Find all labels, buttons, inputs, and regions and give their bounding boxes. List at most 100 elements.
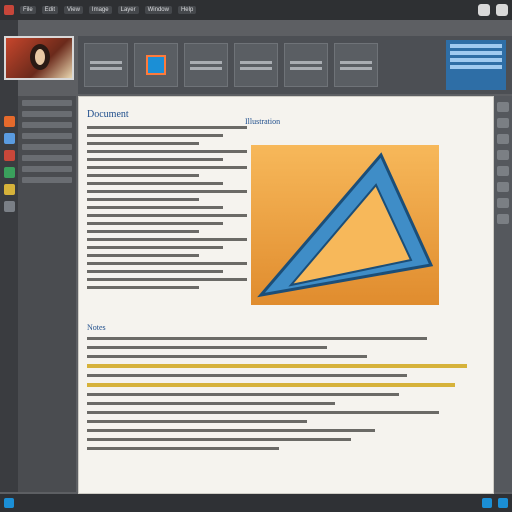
text-line: [87, 166, 247, 169]
menu-file[interactable]: File: [20, 6, 36, 14]
tool-select[interactable]: [134, 43, 178, 87]
tool-line: [90, 66, 122, 70]
tool-eraser[interactable]: [284, 43, 328, 87]
left-sidebar: [18, 96, 76, 492]
text-line: [87, 262, 247, 265]
tool-text[interactable]: [334, 43, 378, 87]
scroll-item[interactable]: [497, 198, 509, 208]
scroll-item[interactable]: [497, 118, 509, 128]
text-line: [87, 222, 223, 225]
text-line: [87, 230, 199, 233]
menu-edit[interactable]: Edit: [41, 6, 59, 14]
tool-line: [240, 60, 272, 64]
text-line: [87, 402, 335, 405]
scroll-item[interactable]: [497, 182, 509, 192]
scroll-item[interactable]: [497, 166, 509, 176]
chart-icon[interactable]: [3, 167, 15, 178]
text-line: [87, 206, 223, 209]
figure-title: Illustration: [245, 117, 281, 126]
text-line: [87, 278, 247, 281]
settings-icon[interactable]: [478, 4, 490, 16]
highlighted-line: [87, 364, 467, 368]
text-line: [87, 198, 199, 201]
app-icon[interactable]: [3, 116, 15, 127]
scroll-item[interactable]: [497, 150, 509, 160]
tool-line: [240, 66, 272, 70]
figure-image: [251, 145, 439, 305]
text-line: [87, 158, 223, 161]
text-line: [87, 246, 223, 249]
text-line: [87, 190, 247, 193]
tool-crop[interactable]: [184, 43, 228, 87]
text-line: [87, 142, 199, 145]
sidebar-item[interactable]: [22, 155, 72, 161]
close-icon[interactable]: [4, 5, 14, 15]
menu-view[interactable]: View: [64, 6, 83, 14]
tool-move[interactable]: [84, 43, 128, 87]
scroll-item[interactable]: [497, 134, 509, 144]
note-icon[interactable]: [3, 184, 15, 195]
tool-line: [290, 66, 322, 70]
start-icon[interactable]: [4, 498, 14, 508]
sidebar-item[interactable]: [22, 111, 72, 117]
scroll-item[interactable]: [497, 102, 509, 112]
panel-line: [450, 51, 502, 55]
tool-line: [340, 60, 372, 64]
panel-line: [450, 65, 502, 69]
properties-panel[interactable]: [446, 40, 506, 90]
triangle-illustration: [257, 152, 434, 298]
text-line: [87, 182, 223, 185]
text-line: [87, 438, 351, 441]
document-page: Document Illustration Notes: [78, 96, 494, 494]
text-line: [87, 355, 367, 358]
sidebar-item[interactable]: [22, 177, 72, 183]
app-icon[interactable]: [498, 498, 508, 508]
app-icon[interactable]: [482, 498, 492, 508]
lower-text-block: [87, 337, 487, 450]
highlighted-line: [87, 383, 455, 387]
window-icon[interactable]: [496, 4, 508, 16]
text-line: [87, 374, 407, 377]
right-sidebar: [494, 96, 512, 492]
toolbar: [78, 36, 512, 94]
text-line: [87, 286, 199, 289]
top-bar: File Edit View Image Layer Window Help: [0, 0, 512, 20]
doc-title: Document: [87, 109, 129, 120]
menu-window[interactable]: Window: [144, 6, 172, 14]
text-line: [87, 238, 247, 241]
text-line: [87, 270, 223, 273]
panel-line: [450, 44, 502, 48]
tool-accent-icon: [146, 55, 166, 75]
gear-icon[interactable]: [3, 201, 15, 212]
text-line: [87, 214, 247, 217]
text-line: [87, 254, 199, 257]
avatar-face: [30, 44, 50, 70]
left-dock: [0, 20, 18, 492]
sidebar-item[interactable]: [22, 166, 72, 172]
text-line: [87, 174, 199, 177]
text-line: [87, 346, 327, 349]
tool-line: [290, 60, 322, 64]
tool-line: [340, 66, 372, 70]
menu-image[interactable]: Image: [88, 6, 112, 14]
avatar: [4, 36, 74, 80]
sidebar-item[interactable]: [22, 100, 72, 106]
text-line: [87, 411, 439, 414]
text-line: [87, 420, 307, 423]
tool-line: [90, 60, 122, 64]
text-line: [87, 337, 427, 340]
doc-text-block: [87, 126, 247, 289]
sidebar-item[interactable]: [22, 122, 72, 128]
sidebar-item[interactable]: [22, 144, 72, 150]
sidebar-item[interactable]: [22, 133, 72, 139]
menu-help[interactable]: Help: [177, 6, 197, 14]
text-line: [87, 429, 375, 432]
text-line: [87, 447, 279, 450]
panel-line: [450, 58, 502, 62]
menu-layer[interactable]: Layer: [117, 6, 139, 14]
tool-line: [190, 66, 222, 70]
tool-brush[interactable]: [234, 43, 278, 87]
folder-icon[interactable]: [3, 133, 15, 144]
scroll-item[interactable]: [497, 214, 509, 224]
image-icon[interactable]: [3, 150, 15, 161]
